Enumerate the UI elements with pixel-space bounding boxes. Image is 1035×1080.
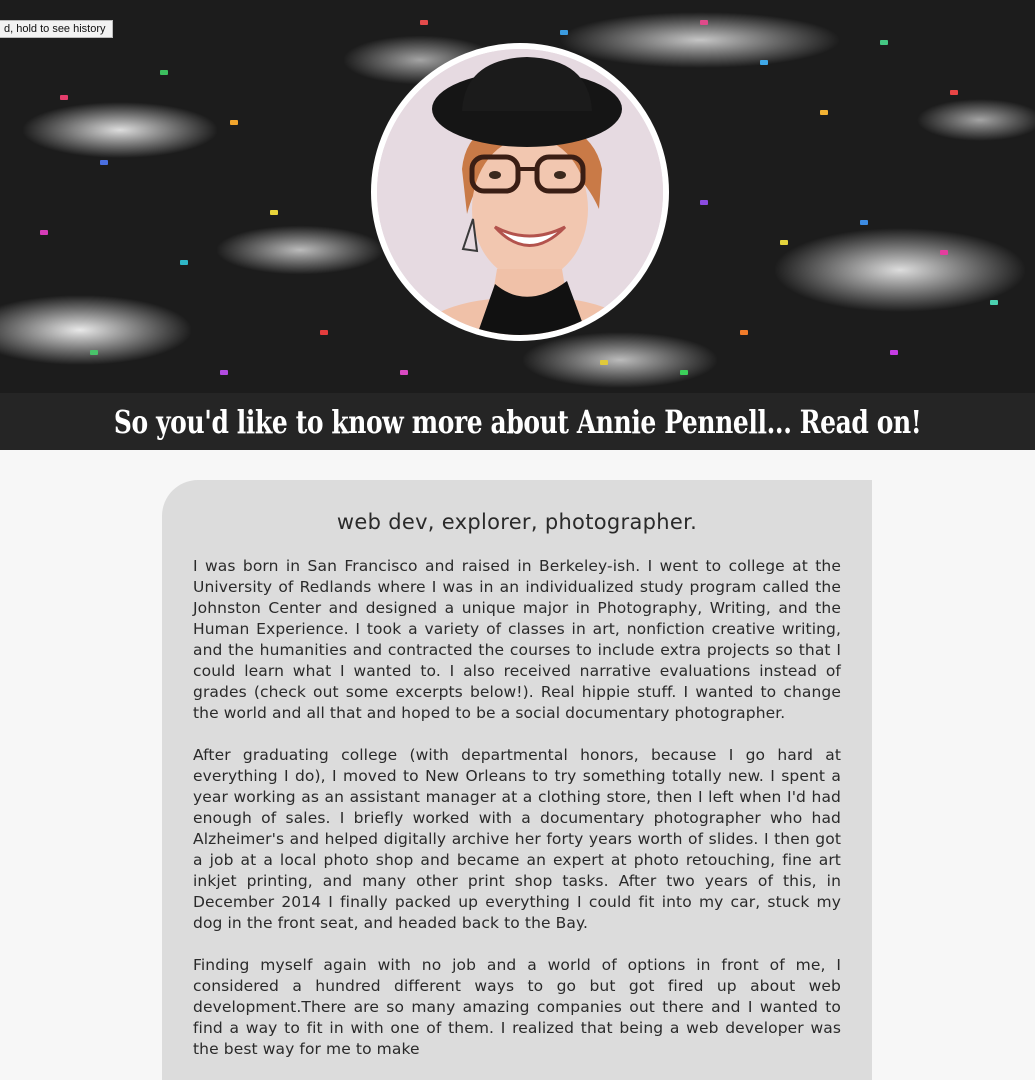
title-banner: So you'd like to know more about Annie P… <box>0 393 1035 450</box>
about-card: web dev, explorer, photographer. I was b… <box>162 480 872 1080</box>
profile-photo <box>377 49 663 335</box>
about-paragraph: After graduating college (with departmen… <box>193 746 841 932</box>
history-tooltip: d, hold to see history <box>0 20 113 38</box>
hero-header: d, hold to see history So you'd like to … <box>0 0 1035 450</box>
profile-avatar <box>371 43 669 341</box>
tagline: web dev, explorer, photographer. <box>336 510 698 534</box>
about-paragraph: Finding myself again with no job and a w… <box>193 956 841 1058</box>
about-paragraph: I was born in San Francisco and raised i… <box>193 557 841 722</box>
page-title: So you'd like to know more about Annie P… <box>113 402 922 441</box>
history-tooltip-text: d, hold to see history <box>4 23 106 35</box>
